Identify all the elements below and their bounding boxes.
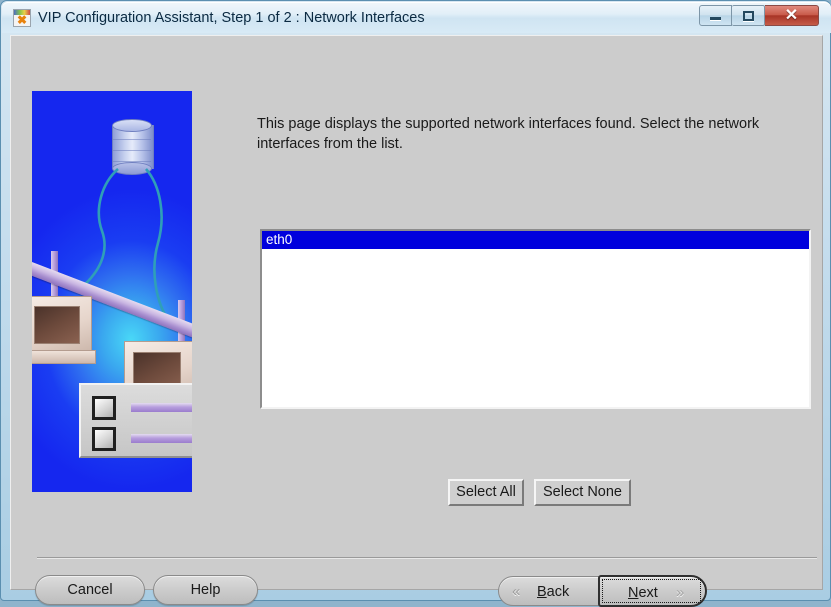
close-button[interactable]: ✕ (765, 5, 819, 26)
back-button-label: Back (537, 584, 570, 600)
next-button-label: Next (628, 585, 658, 601)
app-icon-x-glyph: ✖ (16, 13, 28, 27)
network-interface-listbox[interactable]: eth0 (260, 229, 811, 409)
app-window-icon: ✖ (13, 9, 31, 27)
card-checkbox-2-icon (92, 427, 116, 451)
close-icon: ✕ (784, 6, 799, 24)
card-row-bar-2 (131, 434, 192, 443)
select-all-button[interactable]: Select All (448, 479, 524, 506)
list-item[interactable]: eth0 (262, 231, 809, 249)
dialog-client-area: This page displays the supported network… (10, 35, 823, 607)
interface-selection-card (79, 383, 192, 458)
page-description: This page displays the supported network… (257, 116, 760, 152)
chevron-left-icon: « (512, 583, 521, 600)
navigation-button-group: « Back Next » (498, 575, 707, 607)
network-diagram-illustration (32, 91, 192, 492)
application-window: ✖ VIP Configuration Assistant, Step 1 of… (0, 0, 831, 607)
title-bar[interactable]: ✖ VIP Configuration Assistant, Step 1 of… (2, 2, 831, 33)
minimize-button[interactable] (699, 5, 732, 26)
card-checkbox-1-icon (92, 396, 116, 420)
chevron-right-icon: » (676, 584, 685, 601)
select-none-button[interactable]: Select None (534, 479, 631, 506)
back-button[interactable]: « Back (498, 576, 610, 606)
maximize-button[interactable] (732, 5, 765, 26)
maximize-icon (732, 6, 764, 25)
window-title: VIP Configuration Assistant, Step 1 of 2… (38, 10, 425, 26)
footer-separator (37, 557, 817, 558)
minimize-icon (700, 6, 731, 25)
next-button[interactable]: Next » (598, 575, 707, 607)
card-row-bar-1 (131, 403, 192, 412)
